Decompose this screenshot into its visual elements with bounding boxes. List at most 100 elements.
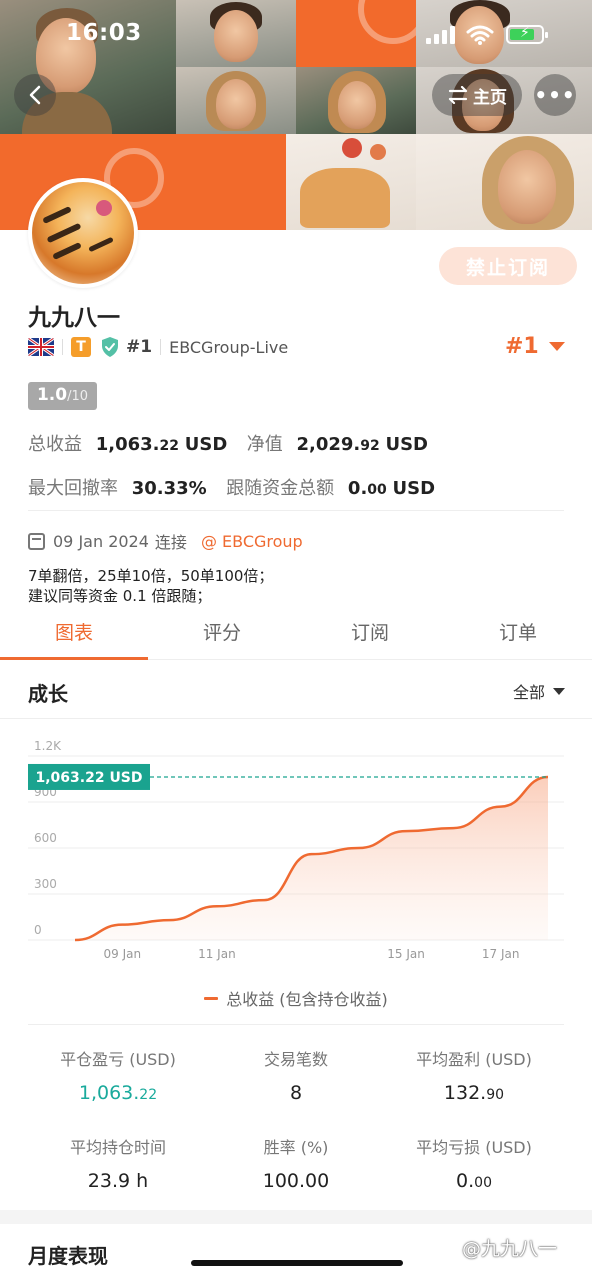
x-tick-label: 11 Jan	[198, 947, 236, 961]
verified-shield-icon	[102, 337, 118, 357]
stat-cell: 平均持仓时间 23.9 h	[33, 1134, 203, 1192]
total-profit-dec: 22	[159, 438, 179, 454]
equity-int: 2,029.	[296, 434, 361, 455]
stat-cell: 平均亏损 (USD) 0.00	[389, 1134, 559, 1192]
banner-pattern-tile	[176, 134, 286, 230]
battery-icon: ⚡	[506, 25, 548, 44]
range-dropdown[interactable]: 全部	[513, 679, 566, 703]
stat-value-int: 23.9 h	[87, 1170, 149, 1192]
tab-rating[interactable]: 评分	[148, 604, 296, 659]
stat-label: 胜率 (%)	[263, 1138, 329, 1157]
follow-funds-dec: 00	[367, 482, 387, 498]
banner-photo-tile	[416, 134, 592, 230]
stat-label: 交易笔数	[263, 1050, 328, 1069]
follow-funds-label: 跟随资金总额	[226, 478, 335, 499]
tab-subscribe[interactable]: 订阅	[296, 604, 444, 659]
y-tick-label: 300	[34, 877, 57, 891]
banner-tiger-tile	[286, 134, 416, 230]
strategy-description: 7单翻倍，25单10倍，50单100倍； 建议同等资金 0.1 倍跟随；	[28, 566, 273, 606]
legend-label: 总收益 (包含持仓收益)	[226, 990, 388, 1009]
drawdown-value: 30.33%	[131, 478, 207, 499]
home-button-label: 主页	[473, 87, 507, 108]
banner-photo-tile	[176, 67, 296, 134]
status-bar: 16:03 ⚡	[0, 0, 592, 66]
stat-value-dec: 22	[139, 1087, 158, 1103]
switch-arrows-icon	[448, 86, 468, 104]
caret-down-icon	[548, 342, 565, 351]
y-tick-label: 600	[34, 831, 57, 845]
trader-type-badge: T	[71, 337, 91, 357]
chevron-left-icon	[29, 85, 41, 105]
tab-bar: 图表 评分 订阅 订单	[0, 604, 592, 660]
range-label: 全部	[513, 683, 546, 702]
banner-photo-tile	[296, 67, 416, 134]
stat-cell: 平均盈利 (USD) 132.90	[389, 1046, 559, 1104]
trader-meta: T #1 EBCGroup-Live	[28, 336, 288, 358]
avatar	[28, 178, 138, 288]
calendar-icon	[28, 532, 45, 550]
stat-value-int: 8	[289, 1082, 303, 1104]
join-row: 09 Jan 2024 连接 @ EBCGroup	[28, 529, 303, 553]
stat-value: 8	[211, 1082, 381, 1104]
stat-label: 平均亏损 (USD)	[416, 1138, 532, 1157]
description-line: 建议同等资金 0.1 倍跟随；	[28, 587, 212, 605]
section-separator	[0, 1210, 592, 1224]
drawdown-follow-row: 最大回撤率 30.33% 跟随资金总额 0.00 USD	[28, 474, 435, 500]
description-line: 7单翻倍，25单10倍，50单100倍；	[28, 567, 274, 585]
watermark: @九九八一	[462, 1238, 558, 1260]
home-button[interactable]: 主页	[432, 74, 522, 116]
y-tick-label: 1.2K	[34, 740, 62, 753]
equity-dec: 92	[360, 438, 380, 454]
total-profit-currency: USD	[184, 434, 228, 455]
x-tick-label: 09 Jan	[104, 947, 142, 961]
stat-value-int: 132.	[443, 1082, 487, 1104]
y-tick-label: 0	[34, 923, 42, 937]
follow-funds-int: 0.	[347, 478, 368, 499]
more-button[interactable]: •••	[534, 74, 576, 116]
status-time: 16:03	[66, 20, 142, 46]
subscribe-disabled-button[interactable]: 禁止订阅	[439, 247, 577, 285]
profit-equity-row: 总收益 1,063.22 USD 净值 2,029.92 USD	[28, 430, 428, 456]
stat-label: 平均盈利 (USD)	[416, 1050, 532, 1069]
x-tick-label: 17 Jan	[482, 947, 520, 961]
stat-value: 0.00	[389, 1170, 559, 1192]
broker-link[interactable]: @ EBCGroup	[201, 532, 303, 551]
stat-value: 23.9 h	[33, 1170, 203, 1192]
tab-chart[interactable]: 图表	[0, 604, 148, 660]
stat-value-int: 1,063.	[78, 1082, 140, 1104]
monthly-title: 月度表现	[28, 1244, 108, 1268]
score-total: /10	[67, 389, 89, 404]
trader-name: 九九八一	[28, 305, 120, 331]
back-button[interactable]	[14, 74, 56, 116]
signal-icon	[426, 26, 456, 44]
stat-value: 1,063.22	[33, 1082, 203, 1104]
tiger-avatar-image	[32, 182, 134, 284]
stat-cell: 交易笔数 8	[211, 1046, 381, 1104]
home-indicator	[191, 1260, 403, 1266]
rank-big-label: #1	[505, 334, 539, 359]
equity-label: 净值	[246, 434, 283, 455]
stat-cell: 胜率 (%) 100.00	[211, 1134, 381, 1192]
stat-value-int: 100.00	[262, 1170, 330, 1192]
growth-title: 成长	[28, 682, 68, 706]
connect-label: 连接	[154, 533, 187, 552]
stat-cell: 平仓盈亏 (USD) 1,063.22	[33, 1046, 203, 1104]
stat-value-dec: 90	[486, 1087, 505, 1103]
chart-legend: 总收益 (包含持仓收益)	[0, 986, 592, 1010]
drawdown-label: 最大回撤率	[28, 478, 118, 499]
equity-currency: USD	[385, 434, 428, 455]
score-badge: 1.0 /10	[28, 382, 97, 410]
rank-dropdown[interactable]: #1	[505, 334, 565, 359]
growth-chart: 03006009001.2K1,063.22 USD09 Jan 11 Jan 15…	[28, 740, 564, 961]
stat-label: 平仓盈亏 (USD)	[60, 1050, 176, 1069]
divider	[28, 1024, 564, 1025]
broker-name: EBCGroup-Live	[169, 337, 289, 357]
tab-orders[interactable]: 订单	[444, 604, 592, 659]
rank-small: #1	[126, 337, 153, 357]
stat-value: 100.00	[211, 1170, 381, 1192]
join-date: 09 Jan 2024	[53, 531, 149, 551]
divider	[0, 718, 592, 719]
legend-swatch	[204, 996, 219, 1000]
total-profit-label: 总收益	[28, 434, 82, 455]
stat-value-dec: 00	[474, 1175, 492, 1191]
